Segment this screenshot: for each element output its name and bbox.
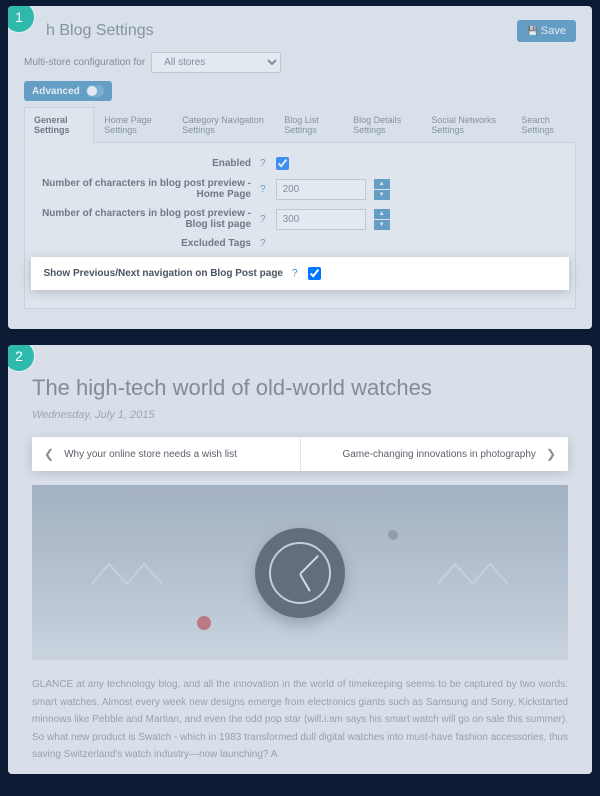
prev-next-nav: ❮ Why your online store needs a wish lis…: [32, 437, 568, 471]
title-bar: h Blog Settings Save: [24, 20, 576, 42]
chevron-right-icon: ❯: [546, 447, 556, 461]
post-date: Wednesday, July 1, 2015: [32, 409, 568, 421]
spin-up[interactable]: ▲: [374, 179, 390, 189]
watch-hand: [299, 573, 311, 591]
label-enabled: Enabled: [37, 158, 257, 169]
spinner: ▲ ▼: [374, 179, 390, 200]
row-enabled: Enabled ?: [37, 157, 563, 170]
zigzag-icon: [438, 559, 508, 589]
blog-preview-panel: 2 The high-tech world of old-world watch…: [8, 345, 592, 774]
zigzag-icon: [92, 559, 162, 589]
help-icon[interactable]: ?: [260, 238, 266, 249]
form-area: Enabled ? Number of characters in blog p…: [24, 143, 576, 309]
watch-hand: [299, 554, 319, 574]
label-chars-home: Number of characters in blog post previe…: [37, 178, 257, 200]
tab-list[interactable]: Blog List Settings: [274, 107, 343, 142]
chevron-left-icon: ❮: [44, 447, 54, 461]
label-prevnext: Show Previous/Next navigation on Blog Po…: [39, 268, 289, 279]
next-post-link[interactable]: Game-changing innovations in photography…: [301, 437, 569, 471]
multistore-row: Multi-store configuration for All stores: [24, 52, 576, 73]
spin-up[interactable]: ▲: [374, 209, 390, 219]
advanced-toggle[interactable]: Advanced: [24, 81, 112, 101]
next-post-title: Game-changing innovations in photography: [342, 449, 535, 460]
chars-home-input[interactable]: [276, 179, 366, 200]
multistore-select[interactable]: All stores: [151, 52, 281, 73]
hero-image: [32, 485, 568, 660]
label-excluded: Excluded Tags: [37, 238, 257, 249]
prev-post-link[interactable]: ❮ Why your online store needs a wish lis…: [32, 437, 301, 471]
label-chars-list: Number of characters in blog post previe…: [37, 208, 257, 230]
prev-post-title: Why your online store needs a wish list: [64, 449, 237, 460]
row-chars-list: Number of characters in blog post previe…: [37, 208, 563, 230]
help-icon[interactable]: ?: [260, 184, 266, 195]
step-badge-2: 2: [8, 345, 34, 371]
enabled-checkbox[interactable]: [276, 157, 289, 170]
toggle-pill: [86, 85, 104, 97]
watch-illustration: [255, 528, 345, 618]
tab-home[interactable]: Home Page Settings: [94, 107, 172, 142]
tab-general[interactable]: General Settings: [24, 107, 94, 143]
help-icon[interactable]: ?: [292, 268, 298, 279]
chars-list-stepper: ▲ ▼: [276, 209, 390, 230]
row-excluded: Excluded Tags ?: [37, 238, 563, 249]
post-body: GLANCE at any technology blog, and all t…: [32, 676, 568, 764]
spinner: ▲ ▼: [374, 209, 390, 230]
spin-down[interactable]: ▼: [374, 220, 390, 230]
tab-search[interactable]: Search Settings: [511, 107, 576, 142]
page-title: h Blog Settings: [24, 22, 154, 40]
tab-details[interactable]: Blog Details Settings: [343, 107, 421, 142]
chars-list-input[interactable]: [276, 209, 366, 230]
help-icon[interactable]: ?: [260, 214, 266, 225]
sphere-icon: [197, 616, 211, 630]
save-button[interactable]: Save: [517, 20, 576, 42]
tab-category[interactable]: Category Navigation Settings: [172, 107, 274, 142]
post-title: The high-tech world of old-world watches: [32, 375, 568, 401]
advanced-label: Advanced: [32, 86, 80, 97]
chars-home-stepper: ▲ ▼: [276, 179, 390, 200]
tab-social[interactable]: Social Networks Settings: [421, 107, 511, 142]
row-prevnext-highlight: Show Previous/Next navigation on Blog Po…: [31, 257, 569, 290]
settings-panel: 1 h Blog Settings Save Multi-store confi…: [8, 6, 592, 329]
spin-down[interactable]: ▼: [374, 190, 390, 200]
row-chars-home: Number of characters in blog post previe…: [37, 178, 563, 200]
sphere-icon: [388, 530, 398, 540]
prevnext-checkbox[interactable]: [308, 267, 321, 280]
multistore-label: Multi-store configuration for: [24, 57, 145, 68]
help-icon[interactable]: ?: [260, 158, 266, 169]
settings-tabs: General Settings Home Page Settings Cate…: [24, 107, 576, 143]
